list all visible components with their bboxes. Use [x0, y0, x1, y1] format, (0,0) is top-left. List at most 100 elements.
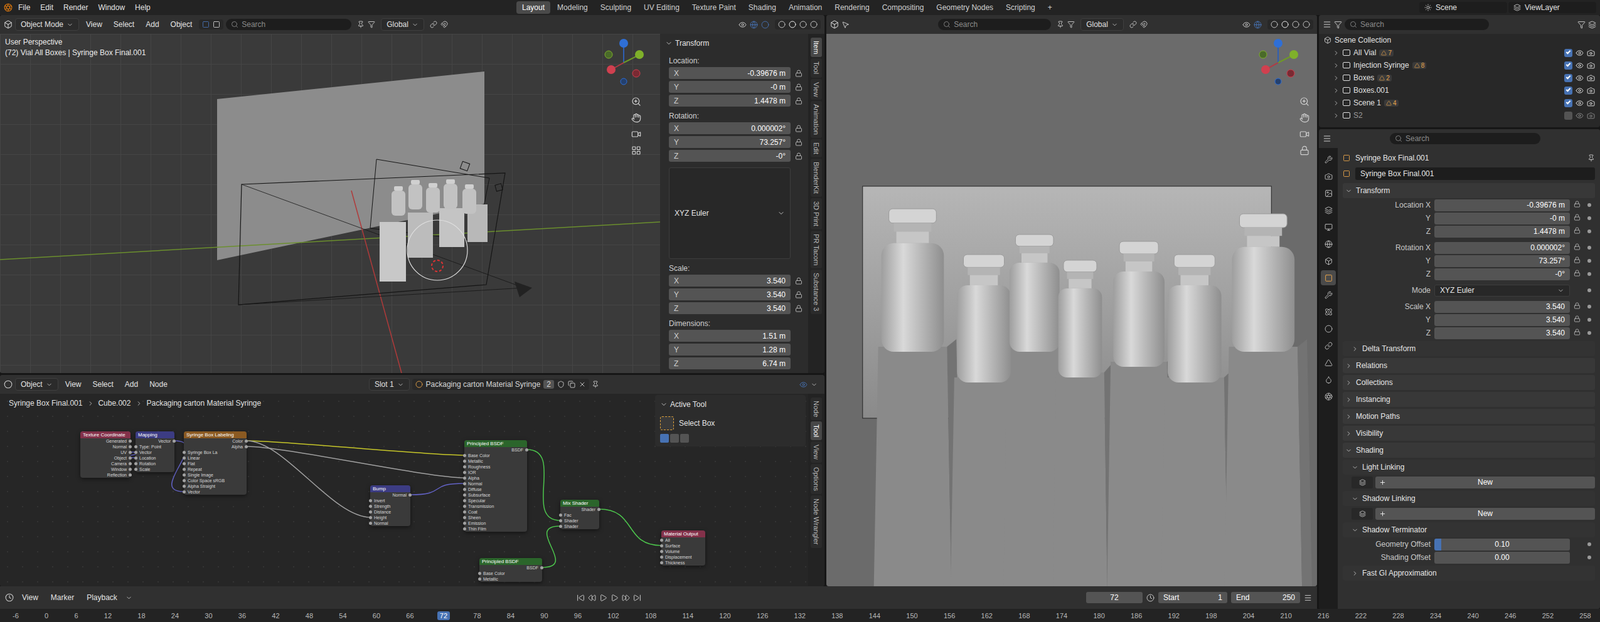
number-field[interactable]: X-0.39676 m: [668, 67, 791, 80]
checkbox[interactable]: [1564, 61, 1573, 70]
current-frame[interactable]: 72: [1091, 593, 1138, 603]
timeline-ruler[interactable]: -606121824303642485460667278849096102108…: [0, 609, 1600, 622]
socket-dot[interactable]: [525, 448, 529, 452]
checkbox[interactable]: [1564, 86, 1573, 95]
hide-in-viewport-icon[interactable]: [1575, 48, 1584, 58]
search-field[interactable]: Search: [225, 18, 352, 31]
expand-icon[interactable]: [1332, 62, 1340, 70]
lock-icon[interactable]: [794, 97, 803, 105]
duplicate-icon[interactable]: [567, 380, 576, 389]
property-select[interactable]: XYZ Euler: [1434, 284, 1570, 297]
socket-dot[interactable]: [478, 577, 482, 582]
lock-slot[interactable]: [1573, 243, 1584, 253]
number-field[interactable]: Z-0°: [668, 149, 791, 162]
workspace-tab[interactable]: Scripting: [1000, 1, 1041, 14]
material-name[interactable]: Packaging carton Material Syringe: [426, 380, 541, 390]
frame-field[interactable]: End250: [1231, 592, 1301, 604]
checkbox[interactable]: [1564, 99, 1573, 108]
socket-dot[interactable]: [463, 505, 467, 509]
number-field[interactable]: X3.540: [668, 274, 791, 287]
display-mode-icon[interactable]: [1333, 20, 1343, 29]
new-collection-icon[interactable]: [1588, 20, 1597, 29]
sidebar-tab[interactable]: Options: [810, 464, 822, 495]
sidebar-tab[interactable]: View: [810, 79, 822, 101]
panel-header[interactable]: Collections: [1342, 375, 1595, 391]
viewport-canvas[interactable]: User Perspective(72) Vial All Boxes | Sy…: [0, 33, 661, 374]
lock-slot[interactable]: [1573, 200, 1584, 210]
new-button[interactable]: New: [1375, 476, 1595, 489]
expand-icon[interactable]: [1332, 87, 1340, 95]
dropdown[interactable]: Slot 1: [368, 378, 410, 391]
panel-header[interactable]: Relations: [1342, 358, 1595, 374]
number-field[interactable]: Y-0 m: [668, 80, 791, 93]
socket-dot[interactable]: [463, 522, 467, 526]
properties-tab[interactable]: [1320, 202, 1336, 218]
socket-dot[interactable]: [182, 462, 186, 466]
outliner-row[interactable]: Boxes.001: [1318, 84, 1600, 97]
dropdown[interactable]: Global: [380, 18, 425, 31]
socket-dot[interactable]: [368, 522, 373, 526]
workspace-tab[interactable]: Rendering: [828, 1, 875, 14]
socket-dot[interactable]: [128, 451, 132, 455]
socket-dot[interactable]: [182, 456, 186, 460]
timeline-options-icon[interactable]: [1303, 594, 1312, 603]
properties-tab[interactable]: [1320, 270, 1336, 286]
scene-field[interactable]: ViewLayer: [1508, 1, 1597, 14]
mode-button[interactable]: [680, 434, 689, 443]
scene-field[interactable]: Scene: [1419, 1, 1508, 14]
blender-logo-icon[interactable]: [3, 3, 13, 12]
socket-dot[interactable]: [559, 519, 563, 523]
lock-icon[interactable]: [794, 304, 803, 313]
menu-item[interactable]: View: [17, 591, 43, 605]
menu-item[interactable]: Select: [87, 378, 118, 391]
socket-dot[interactable]: [128, 456, 132, 460]
snap-icon[interactable]: [1140, 20, 1148, 29]
zoom-icon[interactable]: [1299, 96, 1310, 107]
pivot-icon[interactable]: [1129, 20, 1137, 29]
socket-dot[interactable]: [182, 490, 186, 494]
menu-item[interactable]: Select: [109, 18, 139, 31]
overlay-icon[interactable]: [799, 380, 808, 390]
tool-row[interactable]: Select Box: [660, 416, 801, 431]
collection-picker[interactable]: [1351, 476, 1373, 489]
menu-item[interactable]: Help: [130, 1, 155, 14]
workspace-tab[interactable]: Geometry Nodes: [930, 1, 999, 14]
lock-icon[interactable]: [1573, 200, 1581, 208]
camera-view-icon[interactable]: [1299, 129, 1310, 140]
socket-dot[interactable]: [128, 462, 132, 466]
lock-icon[interactable]: [1573, 256, 1581, 264]
menu-item[interactable]: View: [60, 378, 86, 391]
rendered-shading-icon[interactable]: [1302, 20, 1311, 29]
editor-type-icon[interactable]: [5, 593, 14, 603]
socket-dot[interactable]: [182, 473, 186, 477]
properties-tab[interactable]: [1320, 219, 1336, 235]
number-field[interactable]: Z1.4478 m: [668, 94, 791, 107]
number-field[interactable]: X1.51 m: [668, 330, 791, 342]
lock-icon[interactable]: [794, 277, 803, 285]
socket-dot[interactable]: [660, 544, 664, 548]
checkbox[interactable]: [1564, 111, 1573, 120]
menu-item[interactable]: Edit: [35, 1, 58, 14]
material-shading-icon[interactable]: [1291, 20, 1300, 29]
socket-dot[interactable]: [182, 451, 186, 455]
lock-icon[interactable]: [794, 124, 803, 133]
breadcrumb[interactable]: Syringe Box Final.001: [8, 399, 83, 408]
editor-type-icon[interactable]: [1322, 20, 1332, 29]
hide-in-viewport-icon[interactable]: [1575, 74, 1584, 83]
keyframe-dot[interactable]: [1587, 272, 1592, 277]
menu-item[interactable]: Render: [58, 1, 93, 14]
expand-icon[interactable]: [1332, 112, 1340, 120]
hide-in-viewport-icon[interactable]: [1575, 99, 1584, 108]
socket-dot[interactable]: [463, 471, 467, 475]
rendered-shading-icon[interactable]: [810, 20, 818, 29]
gizmo-icon[interactable]: [1253, 20, 1262, 29]
property-value[interactable]: 0.10: [1434, 538, 1570, 551]
checkbox[interactable]: [1564, 48, 1573, 58]
properties-tab[interactable]: [1320, 151, 1336, 167]
outliner-row[interactable]: Injection Syringe8: [1318, 58, 1600, 72]
socket-dot[interactable]: [128, 445, 132, 449]
unlink-icon[interactable]: [578, 380, 587, 389]
menu-item[interactable]: View: [81, 18, 107, 31]
disable-in-render-icon[interactable]: [1586, 86, 1595, 95]
lock-icon[interactable]: [794, 291, 803, 299]
